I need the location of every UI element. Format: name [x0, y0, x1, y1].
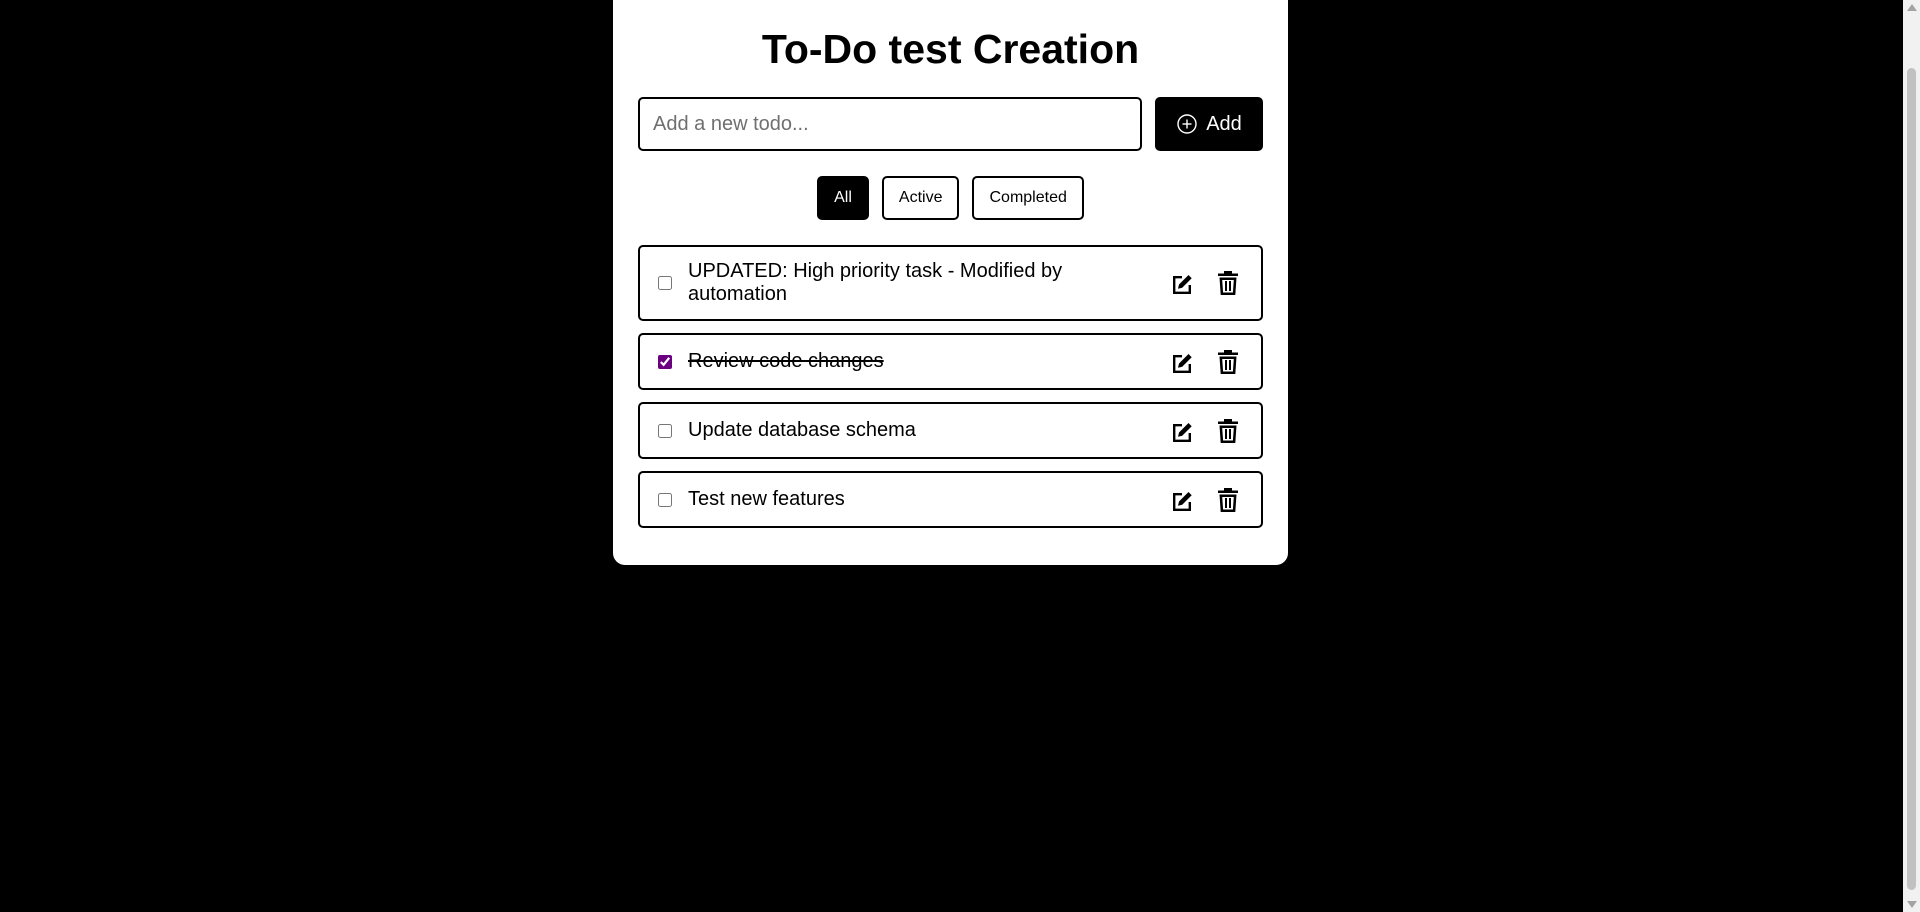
todo-checkbox[interactable] [658, 354, 672, 369]
edit-icon [1173, 275, 1192, 294]
page-scrollbar[interactable] [1903, 0, 1920, 912]
plus-circle-icon [1176, 113, 1198, 135]
trash-icon [1218, 418, 1238, 443]
todo-text: Update database schema [688, 419, 916, 441]
delete-button[interactable] [1213, 485, 1243, 515]
todo-list: UPDATED: High priority task - Modified b… [638, 245, 1263, 540]
todo-text: Test new features [688, 488, 845, 510]
todo-text: UPDATED: High priority task - Modified b… [688, 260, 1063, 305]
edit-icon [1173, 353, 1192, 373]
edit-button[interactable] [1167, 347, 1197, 377]
edit-button[interactable] [1167, 485, 1197, 515]
filter-all-button[interactable]: All [817, 176, 869, 220]
todo-checkbox[interactable] [658, 276, 672, 290]
todo-checkbox[interactable] [658, 492, 672, 507]
scroll-down-arrow-icon[interactable] [1907, 901, 1917, 908]
todo-item: Update database schema [638, 402, 1263, 459]
scroll-up-arrow-icon[interactable] [1907, 4, 1917, 11]
filter-completed-button[interactable]: Completed [972, 176, 1084, 220]
add-button-label: Add [1206, 112, 1242, 135]
delete-button[interactable] [1213, 416, 1243, 446]
edit-icon [1173, 491, 1192, 511]
delete-button[interactable] [1213, 347, 1243, 377]
edit-button[interactable] [1167, 416, 1197, 446]
trash-icon [1218, 271, 1238, 295]
todo-item: UPDATED: High priority task - Modified b… [638, 245, 1263, 321]
todo-text: Review code changes [688, 350, 884, 372]
edit-icon [1173, 422, 1192, 442]
delete-button[interactable] [1213, 268, 1243, 298]
filter-bar: All Active Completed [613, 176, 1288, 220]
page-title: To-Do test Creation [761, 26, 1140, 72]
todo-item: Test new features [638, 471, 1263, 528]
todo-card: To-Do test Creation Add All Active Compl… [613, 0, 1288, 565]
new-todo-input[interactable] [638, 97, 1142, 151]
edit-button[interactable] [1167, 268, 1197, 298]
todo-checkbox[interactable] [658, 423, 672, 438]
trash-icon [1218, 349, 1238, 374]
scroll-thumb[interactable] [1907, 68, 1916, 890]
todo-item: Review code changes [638, 333, 1263, 390]
add-button[interactable]: Add [1155, 97, 1263, 151]
trash-icon [1218, 487, 1238, 512]
filter-active-button[interactable]: Active [881, 176, 960, 220]
